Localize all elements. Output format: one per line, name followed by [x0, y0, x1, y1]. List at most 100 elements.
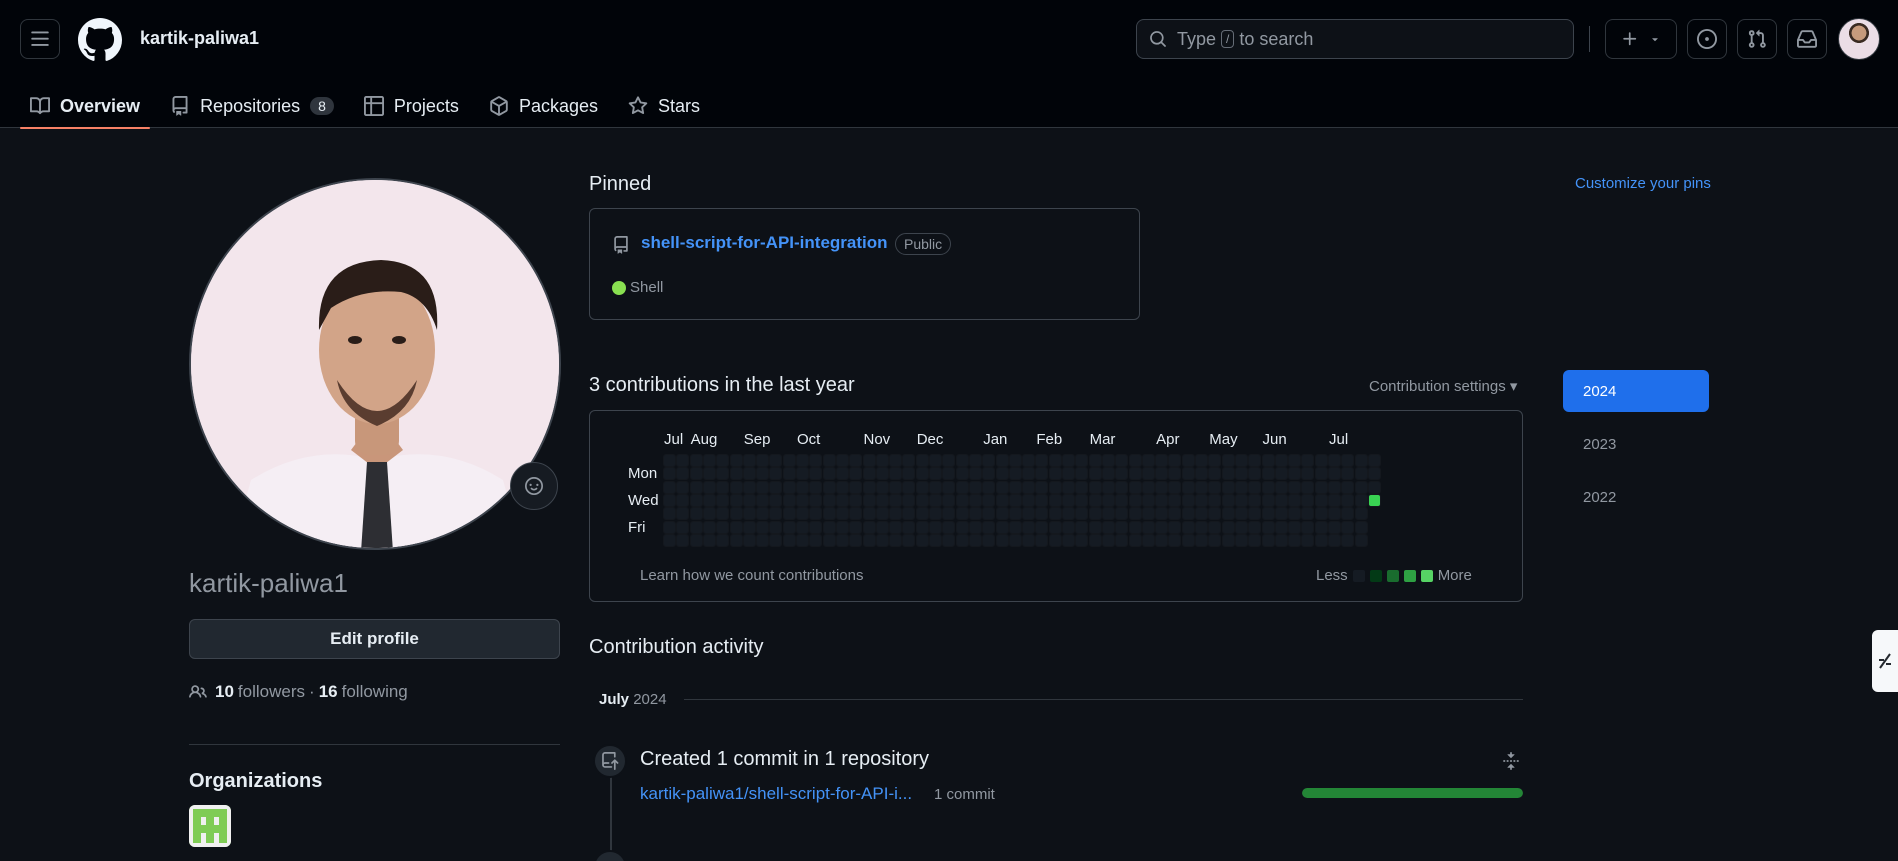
followers-label[interactable]: followers: [238, 682, 305, 702]
header-username[interactable]: kartik-paliwa1: [140, 28, 259, 49]
contribution-day-cell[interactable]: [743, 481, 755, 493]
contribution-day-cell[interactable]: [1355, 534, 1367, 546]
contribution-day-cell[interactable]: [703, 521, 715, 533]
contribution-day-cell[interactable]: [969, 521, 981, 533]
search-input[interactable]: Type / to search: [1136, 19, 1574, 59]
contribution-day-cell[interactable]: [1222, 508, 1234, 520]
contribution-day-cell[interactable]: [1129, 455, 1141, 466]
contribution-day-cell[interactable]: [1329, 521, 1340, 533]
contribution-day-cell[interactable]: [1249, 481, 1261, 493]
contribution-day-cell[interactable]: [1235, 521, 1247, 533]
contribution-day-cell[interactable]: [943, 481, 955, 493]
contribution-day-cell[interactable]: [1142, 481, 1154, 493]
contribution-day-cell[interactable]: [730, 481, 742, 493]
contribution-day-cell[interactable]: [1063, 521, 1074, 533]
contribution-day-cell[interactable]: [983, 508, 995, 520]
contribution-day-cell[interactable]: [1342, 508, 1354, 520]
contribution-day-cell[interactable]: [1156, 481, 1168, 493]
contribution-day-cell[interactable]: [956, 508, 968, 520]
contribution-day-cell[interactable]: [1355, 468, 1367, 480]
contribution-day-cell[interactable]: [916, 521, 928, 533]
contribution-day-cell[interactable]: [1049, 455, 1061, 466]
contribution-day-cell[interactable]: [797, 521, 808, 533]
contribution-day-cell[interactable]: [1275, 494, 1287, 506]
contribution-day-cell[interactable]: [996, 455, 1008, 466]
contribution-day-cell[interactable]: [810, 494, 822, 506]
contribution-day-cell[interactable]: [969, 468, 981, 480]
contribution-day-cell[interactable]: [1209, 508, 1221, 520]
contribution-day-cell[interactable]: [1142, 468, 1154, 480]
contribution-day-cell[interactable]: [703, 481, 715, 493]
contribution-day-cell[interactable]: [757, 468, 769, 480]
contribution-day-cell[interactable]: [783, 508, 795, 520]
contribution-day-cell[interactable]: [916, 455, 928, 466]
contribution-day-cell[interactable]: [983, 534, 995, 546]
contribution-day-cell[interactable]: [1129, 468, 1141, 480]
contribution-day-cell[interactable]: [943, 521, 955, 533]
inbox-button[interactable]: [1787, 19, 1827, 59]
contribution-day-cell[interactable]: [1063, 534, 1074, 546]
contribution-day-cell[interactable]: [876, 494, 888, 506]
customize-pins-link[interactable]: Customize your pins: [1575, 175, 1711, 192]
contribution-day-cell[interactable]: [1182, 494, 1194, 506]
contribution-day-cell[interactable]: [1289, 494, 1301, 506]
contribution-day-cell[interactable]: [1355, 494, 1367, 506]
contribution-day-cell[interactable]: [797, 455, 808, 466]
contribution-day-cell[interactable]: [1196, 521, 1207, 533]
contribution-day-cell[interactable]: [1235, 468, 1247, 480]
contribution-day-cell[interactable]: [717, 481, 729, 493]
contribution-day-cell[interactable]: [996, 481, 1008, 493]
contribution-settings-dropdown[interactable]: Contribution settings ▾: [1369, 377, 1517, 395]
contribution-day-cell[interactable]: [890, 481, 902, 493]
contribution-day-cell[interactable]: [1142, 494, 1154, 506]
contribution-day-cell[interactable]: [890, 468, 902, 480]
contribution-day-cell[interactable]: [1222, 534, 1234, 546]
contribution-day-cell[interactable]: [730, 455, 742, 466]
contribution-day-cell[interactable]: [770, 534, 782, 546]
contribution-day-cell[interactable]: [783, 468, 795, 480]
contribution-day-cell[interactable]: [1076, 494, 1088, 506]
contribution-day-cell[interactable]: [969, 481, 981, 493]
contribution-day-cell[interactable]: [996, 534, 1008, 546]
contribution-day-cell[interactable]: [863, 494, 875, 506]
contribution-day-cell[interactable]: [1009, 481, 1021, 493]
side-extension-widget[interactable]: [1872, 630, 1898, 692]
contribution-day-cell[interactable]: [1196, 455, 1207, 466]
contribution-day-cell[interactable]: [1249, 468, 1261, 480]
contribution-day-cell[interactable]: [1275, 521, 1287, 533]
contribution-day-cell[interactable]: [1315, 481, 1327, 493]
contribution-day-cell[interactable]: [717, 508, 729, 520]
contribution-day-cell[interactable]: [1049, 534, 1061, 546]
contribution-day-cell[interactable]: [1209, 534, 1221, 546]
contribution-day-cell[interactable]: [730, 534, 742, 546]
contribution-day-cell[interactable]: [1315, 455, 1327, 466]
contribution-day-cell[interactable]: [969, 455, 981, 466]
contribution-day-cell[interactable]: [783, 521, 795, 533]
contribution-day-cell[interactable]: [1129, 508, 1141, 520]
contribution-day-cell[interactable]: [703, 508, 715, 520]
contribution-day-cell[interactable]: [730, 521, 742, 533]
following-count[interactable]: 16: [319, 682, 338, 702]
contribution-day-cell[interactable]: [743, 508, 755, 520]
contribution-day-cell[interactable]: [903, 508, 915, 520]
contribution-day-cell[interactable]: [797, 508, 808, 520]
contribution-day-cell[interactable]: [1315, 521, 1327, 533]
contribution-day-cell[interactable]: [1169, 508, 1181, 520]
followers-count[interactable]: 10: [215, 682, 234, 702]
contribution-day-cell[interactable]: [717, 468, 729, 480]
contribution-day-cell[interactable]: [1049, 494, 1061, 506]
contribution-day-cell[interactable]: [797, 468, 808, 480]
contribution-day-cell[interactable]: [1009, 521, 1021, 533]
contribution-day-cell[interactable]: [703, 494, 715, 506]
contribution-day-cell[interactable]: [1116, 455, 1128, 466]
contribution-day-cell[interactable]: [930, 455, 941, 466]
contribution-day-cell[interactable]: [1275, 455, 1287, 466]
contribution-day-cell[interactable]: [1116, 468, 1128, 480]
contribution-day-cell[interactable]: [1289, 508, 1301, 520]
contribution-day-cell[interactable]: [1023, 468, 1035, 480]
contribution-day-cell[interactable]: [956, 534, 968, 546]
contribution-day-cell[interactable]: [1329, 494, 1340, 506]
contribution-day-cell[interactable]: [1249, 521, 1261, 533]
contribution-day-cell[interactable]: [983, 455, 995, 466]
contribution-day-cell[interactable]: [1249, 494, 1261, 506]
